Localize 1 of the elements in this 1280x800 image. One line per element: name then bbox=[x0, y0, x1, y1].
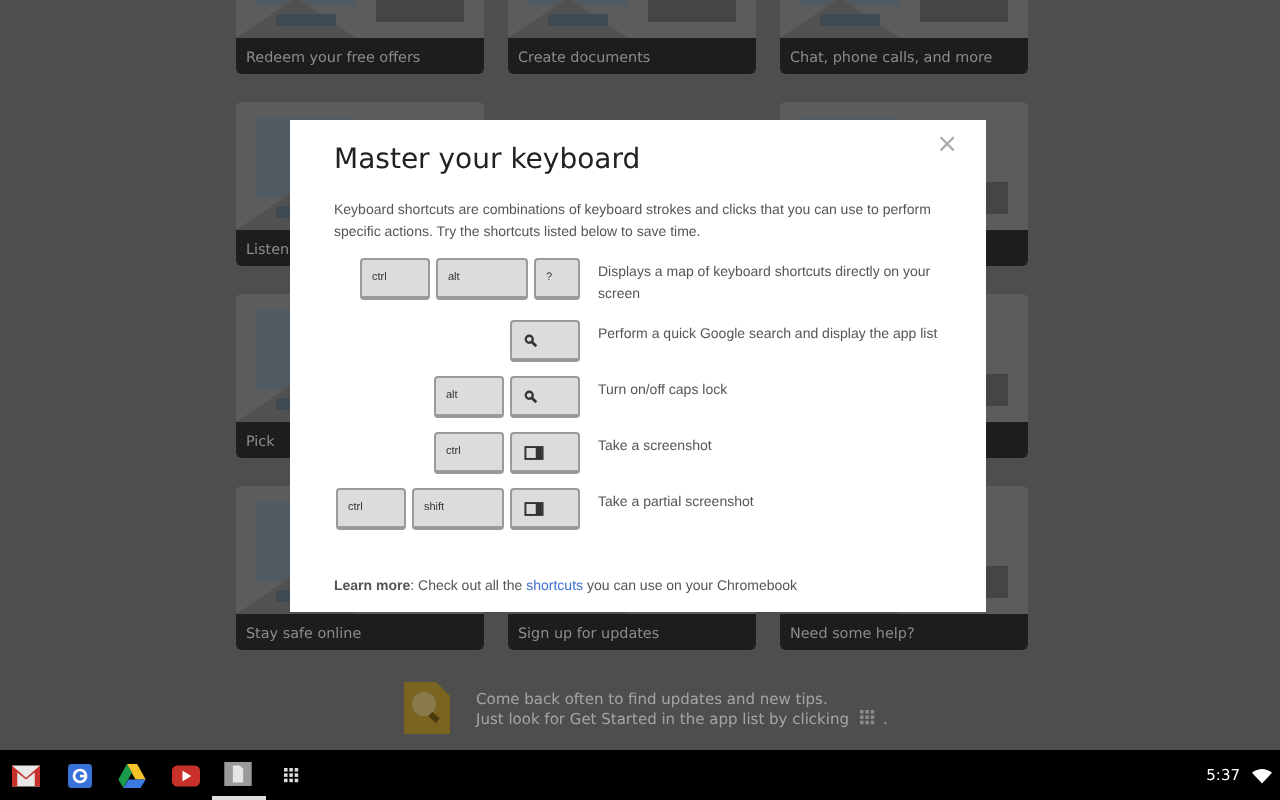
dialog-title: Master your keyboard bbox=[334, 144, 641, 176]
